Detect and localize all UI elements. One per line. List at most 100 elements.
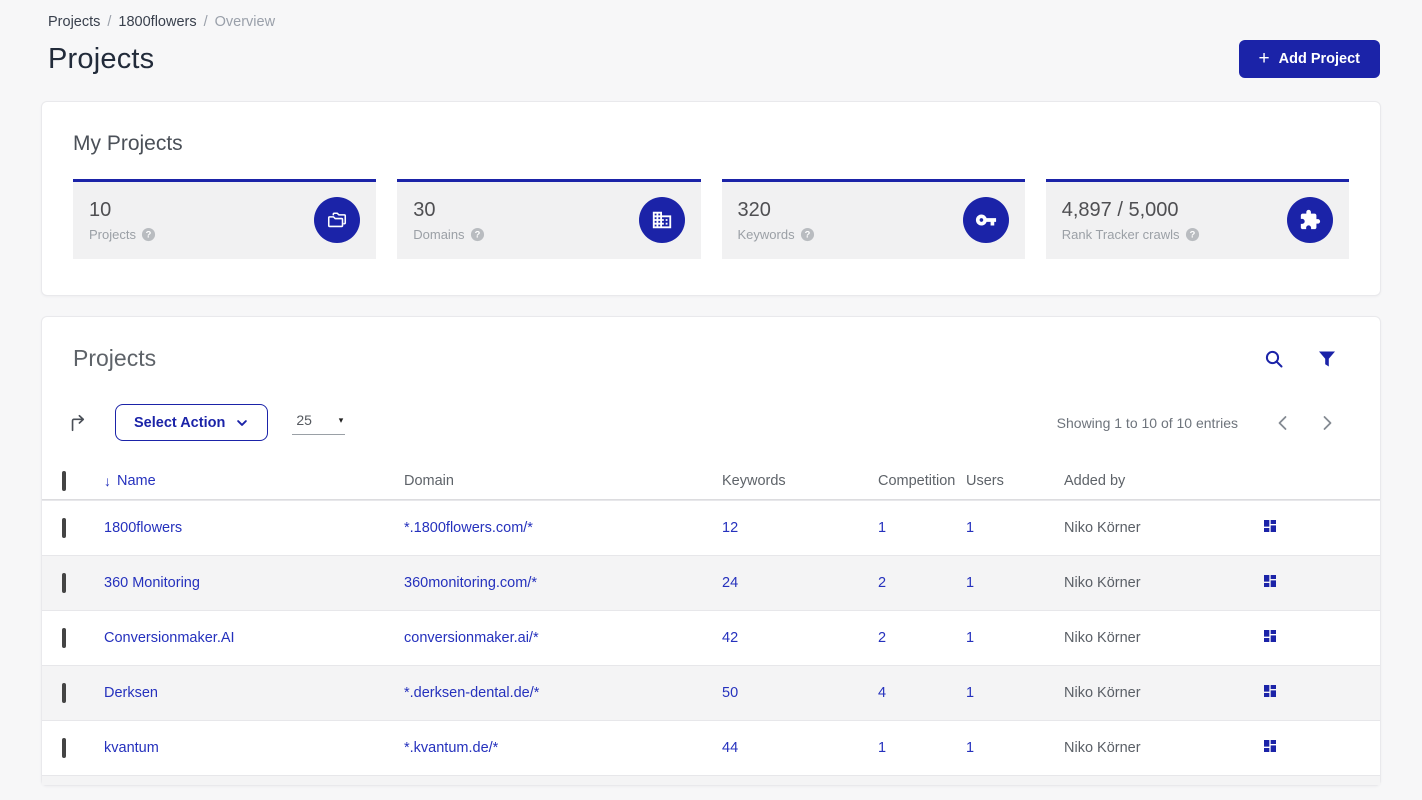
project-domain-link[interactable]: *.derksen-dental.de/*	[404, 685, 539, 701]
add-project-button[interactable]: + Add Project	[1238, 40, 1380, 78]
column-header-domain[interactable]: Domain	[404, 473, 722, 489]
page-size-value: 25	[296, 412, 312, 428]
added-by-value: Niko Körner	[1064, 740, 1141, 756]
row-checkbox[interactable]	[62, 683, 66, 703]
select-action-dropdown[interactable]: Select Action	[115, 404, 269, 441]
sort-desc-icon: ↓	[104, 473, 111, 489]
page-size-select[interactable]: 25 ▾	[292, 410, 346, 435]
competition-count-link[interactable]: 4	[878, 685, 886, 701]
competition-count-link[interactable]: 2	[878, 630, 886, 646]
add-project-label: Add Project	[1278, 51, 1360, 67]
domains-building-icon	[638, 197, 685, 243]
domains-count: 30	[413, 198, 436, 221]
dashboard-icon[interactable]	[1262, 573, 1278, 593]
table-row-partial	[42, 775, 1380, 785]
column-header-name[interactable]: ↓ Name	[104, 473, 404, 489]
dashboard-icon[interactable]	[1262, 683, 1278, 703]
users-count-link[interactable]: 1	[966, 575, 974, 591]
keywords-count-link[interactable]: 24	[722, 575, 738, 591]
users-count-link[interactable]: 1	[966, 520, 974, 536]
breadcrumb-separator: /	[203, 14, 208, 30]
table-header-row: ↓ Name Domain Keywords Competition Users…	[42, 463, 1380, 500]
competition-count-link[interactable]: 1	[878, 740, 886, 756]
crawls-count: 4,897 / 5,000	[1061, 198, 1179, 221]
column-header-users[interactable]: Users	[966, 473, 1064, 489]
project-domain-link[interactable]: *.kvantum.de/*	[404, 740, 498, 756]
table-row: Conversionmaker.AI conversionmaker.ai/* …	[42, 610, 1380, 665]
breadcrumb-separator: /	[107, 14, 112, 30]
breadcrumb-projects[interactable]: Projects	[48, 14, 100, 30]
help-icon[interactable]: ?	[800, 227, 815, 242]
project-name-link[interactable]: Conversionmaker.AI	[104, 630, 235, 646]
keywords-label: Keywords	[737, 226, 795, 242]
share-export-icon[interactable]	[66, 411, 90, 435]
keywords-count-link[interactable]: 12	[722, 520, 738, 536]
added-by-value: Niko Körner	[1064, 520, 1141, 536]
project-name-link[interactable]: 1800flowers	[104, 520, 182, 536]
project-name-link[interactable]: Derksen	[104, 685, 158, 701]
column-header-competition[interactable]: Competition	[878, 473, 966, 489]
project-name-link[interactable]: kvantum	[104, 740, 159, 756]
help-icon[interactable]: ?	[1185, 227, 1200, 242]
top-bar: Projects / 1800flowers / Overview Projec…	[0, 0, 1422, 78]
stat-tile-keywords: 320 Keywords ?	[721, 179, 1025, 259]
help-icon[interactable]: ?	[141, 227, 156, 242]
page-title: Projects	[48, 42, 155, 75]
my-projects-card: My Projects 10 Projects ? 30 Domains ? 3…	[41, 101, 1381, 296]
projects-table-title: Projects	[73, 345, 157, 371]
breadcrumb-1800flowers[interactable]: 1800flowers	[118, 14, 196, 30]
dashboard-icon[interactable]	[1262, 628, 1278, 648]
table-row: kvantum *.kvantum.de/* 44 1 1 Niko Körne…	[42, 720, 1380, 775]
projects-folder-icon	[314, 197, 361, 243]
keywords-count-link[interactable]: 44	[722, 740, 738, 756]
select-caret-icon: ▾	[338, 414, 344, 425]
next-page-icon[interactable]	[1305, 409, 1350, 437]
project-domain-link[interactable]: 360monitoring.com/*	[404, 575, 537, 591]
breadcrumb-overview: Overview	[214, 14, 276, 30]
competition-count-link[interactable]: 2	[878, 575, 886, 591]
dashboard-icon[interactable]	[1262, 518, 1278, 538]
dashboard-icon[interactable]	[1262, 738, 1278, 758]
added-by-value: Niko Körner	[1064, 630, 1141, 646]
project-domain-link[interactable]: *.1800flowers.com/*	[404, 520, 533, 536]
keywords-key-icon	[962, 197, 1009, 243]
keywords-count-link[interactable]: 50	[722, 685, 738, 701]
column-header-keywords[interactable]: Keywords	[722, 473, 878, 489]
help-icon[interactable]: ?	[470, 227, 485, 242]
table-row: Derksen *.derksen-dental.de/* 50 4 1 Nik…	[42, 665, 1380, 720]
added-by-value: Niko Körner	[1064, 685, 1141, 701]
crawls-label: Rank Tracker crawls	[1061, 226, 1180, 242]
users-count-link[interactable]: 1	[966, 685, 974, 701]
chevron-down-icon	[237, 419, 248, 426]
domains-label: Domains	[413, 226, 465, 242]
search-icon[interactable]	[1262, 347, 1286, 371]
column-header-added-by[interactable]: Added by	[1064, 473, 1262, 489]
puzzle-icon	[1287, 197, 1333, 243]
keywords-count-link[interactable]: 42	[722, 630, 738, 646]
stat-tile-domains: 30 Domains ?	[397, 179, 701, 259]
users-count-link[interactable]: 1	[966, 740, 974, 756]
filter-icon[interactable]	[1316, 348, 1338, 370]
stats-tiles: 10 Projects ? 30 Domains ? 320 Keywords …	[73, 179, 1349, 259]
row-checkbox[interactable]	[62, 738, 66, 758]
svg-text:?: ?	[1189, 229, 1195, 239]
svg-text:?: ?	[474, 229, 480, 239]
project-domain-link[interactable]: conversionmaker.ai/*	[404, 630, 539, 646]
row-checkbox[interactable]	[62, 628, 66, 648]
row-checkbox[interactable]	[62, 518, 66, 538]
breadcrumb: Projects / 1800flowers / Overview	[48, 14, 1380, 30]
added-by-value: Niko Körner	[1064, 575, 1141, 591]
select-action-label: Select Action	[134, 414, 226, 431]
svg-text:?: ?	[146, 229, 152, 239]
select-all-checkbox[interactable]	[62, 471, 66, 491]
projects-count: 10	[89, 198, 112, 221]
table-toolbar: Select Action 25 ▾ Showing 1 to 10 of 10…	[42, 404, 1380, 441]
prev-page-icon[interactable]	[1260, 409, 1305, 437]
competition-count-link[interactable]: 1	[878, 520, 886, 536]
projects-table: ↓ Name Domain Keywords Competition Users…	[42, 463, 1380, 785]
stat-tile-crawls: 4,897 / 5,000 Rank Tracker crawls ?	[1045, 179, 1349, 259]
table-row: 360 Monitoring 360monitoring.com/* 24 2 …	[42, 555, 1380, 610]
project-name-link[interactable]: 360 Monitoring	[104, 575, 200, 591]
users-count-link[interactable]: 1	[966, 630, 974, 646]
row-checkbox[interactable]	[62, 573, 66, 593]
